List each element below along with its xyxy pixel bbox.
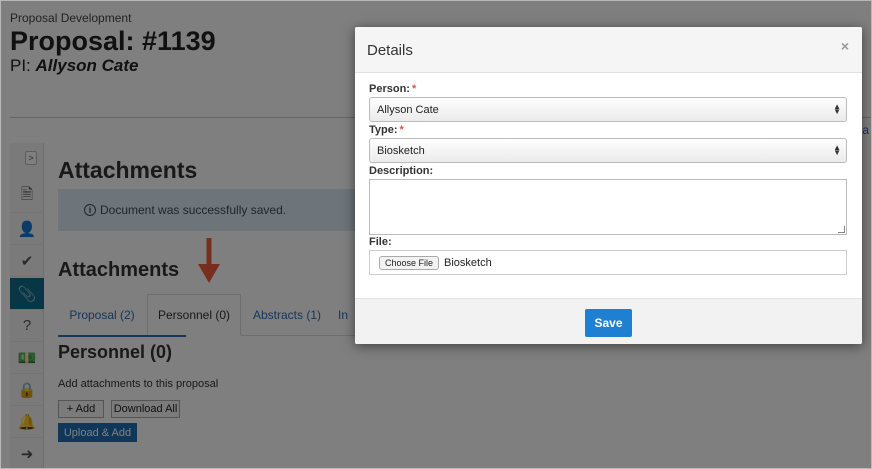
description-label: Description: — [369, 165, 434, 177]
file-input: Choose File Biosketch — [369, 250, 847, 275]
file-name: Biosketch — [444, 256, 492, 269]
type-label-text: Type: — [369, 124, 398, 136]
person-select[interactable]: Allyson Cate ▲ ▼ — [369, 97, 847, 122]
description-textarea[interactable] — [369, 179, 847, 235]
person-label-text: Person: — [369, 83, 410, 95]
required-marker: * — [411, 83, 417, 95]
page: Proposal Development Proposal: #1139 PI:… — [0, 0, 872, 469]
type-label: Type: * — [369, 124, 404, 136]
select-arrows-icon: ▲ ▼ — [833, 102, 841, 116]
person-label: Person: * — [369, 83, 416, 95]
type-select-value: Biosketch — [377, 144, 425, 157]
required-marker: * — [399, 124, 404, 136]
save-button[interactable]: Save — [585, 309, 632, 337]
close-icon[interactable]: × — [841, 38, 849, 54]
dialog-footer: Save — [355, 298, 862, 344]
details-dialog: Details × Person: * Allyson Cate ▲ ▼ Type:… — [355, 27, 862, 344]
choose-file-button[interactable]: Choose File — [379, 255, 440, 270]
select-arrows-icon: ▲ ▼ — [833, 143, 841, 157]
file-label: File: — [369, 236, 392, 248]
type-select[interactable]: Biosketch ▲ ▼ — [369, 138, 847, 163]
person-select-value: Allyson Cate — [377, 103, 439, 116]
resize-grip-icon[interactable] — [838, 226, 845, 233]
dialog-title: Details — [367, 42, 413, 59]
dialog-header: Details × — [355, 27, 862, 73]
